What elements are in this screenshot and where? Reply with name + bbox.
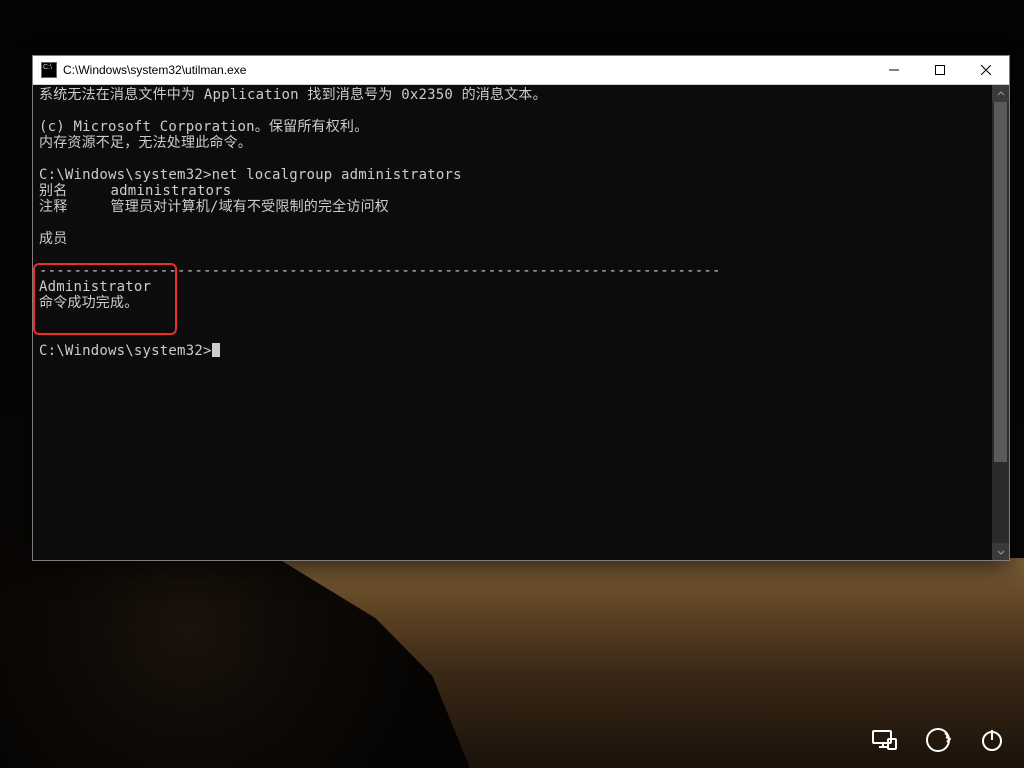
window-title: C:\Windows\system32\utilman.exe [63, 63, 871, 77]
console-line: Administrator [39, 279, 151, 295]
console-line: (c) Microsoft Corporation。保留所有权利。 [39, 119, 368, 135]
vertical-scrollbar[interactable] [992, 85, 1009, 560]
chevron-down-icon [997, 548, 1005, 556]
console-prompt: C:\Windows\system32> [39, 343, 212, 359]
ease-of-access-icon [925, 727, 951, 753]
network-button[interactable] [870, 726, 898, 754]
network-icon [871, 727, 897, 753]
console-line: 成员 [39, 231, 67, 247]
titlebar[interactable]: C:\Windows\system32\utilman.exe [33, 56, 1009, 85]
ease-of-access-button[interactable] [924, 726, 952, 754]
text-cursor [212, 343, 220, 357]
console-line: 内存资源不足，无法处理此命令。 [39, 135, 252, 151]
console-window: C:\Windows\system32\utilman.exe 系统无法在消息文… [32, 55, 1010, 561]
power-icon [979, 727, 1005, 753]
minimize-button[interactable] [871, 56, 917, 84]
console-line: ----------------------------------------… [39, 263, 721, 279]
login-system-icons [870, 726, 1006, 754]
console-line: 注释 管理员对计算机/域有不受限制的完全访问权 [39, 199, 389, 215]
close-button[interactable] [963, 56, 1009, 84]
scroll-up-button[interactable] [992, 85, 1009, 102]
console-line: 别名 administrators [39, 183, 231, 199]
scroll-thumb[interactable] [994, 102, 1007, 462]
console-line: 系统无法在消息文件中为 Application 找到消息号为 0x2350 的消… [39, 87, 547, 103]
console-prompt: C:\Windows\system32> [39, 167, 212, 183]
minimize-icon [889, 65, 899, 75]
console-client-area: 系统无法在消息文件中为 Application 找到消息号为 0x2350 的消… [33, 85, 1009, 560]
cmd-icon [41, 62, 57, 78]
scroll-down-button[interactable] [992, 543, 1009, 560]
console-line: 命令成功完成。 [39, 295, 138, 311]
close-icon [981, 65, 991, 75]
chevron-up-icon [997, 90, 1005, 98]
power-button[interactable] [978, 726, 1006, 754]
maximize-icon [935, 65, 945, 75]
maximize-button[interactable] [917, 56, 963, 84]
window-controls [871, 56, 1009, 84]
console-command: net localgroup administrators [212, 167, 462, 183]
console-output[interactable]: 系统无法在消息文件中为 Application 找到消息号为 0x2350 的消… [33, 85, 992, 560]
